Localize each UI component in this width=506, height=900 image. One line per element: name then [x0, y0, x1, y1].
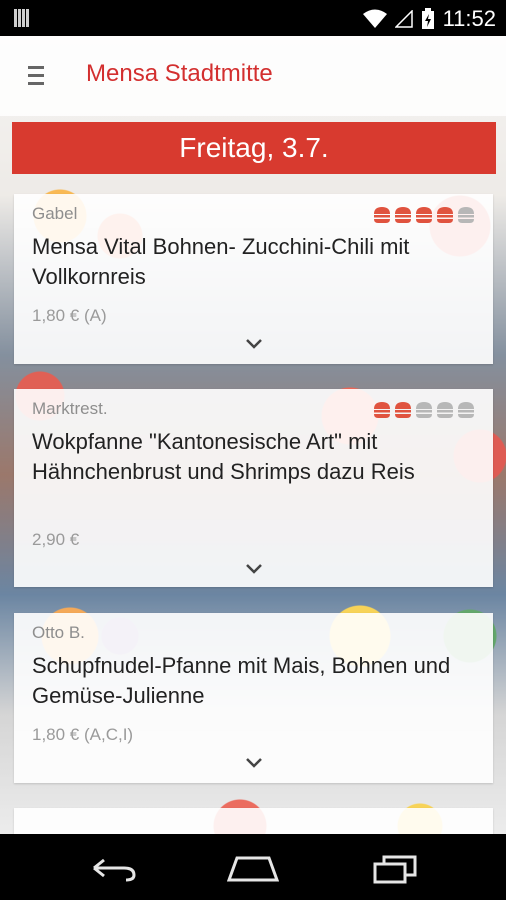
meal-rating — [373, 206, 475, 224]
meal-card[interactable] — [14, 808, 493, 834]
burger-icon — [437, 402, 453, 418]
burger-icon — [374, 402, 390, 418]
meal-price: 2,90 € — [32, 530, 80, 549]
burger-icon — [458, 402, 474, 418]
meal-card[interactable]: Otto B. Schupfnudel-Pfanne mit Mais, Boh… — [14, 613, 493, 783]
chevron-down-icon[interactable] — [245, 757, 263, 769]
meal-card[interactable]: Gabel Mensa Vital Bohnen- Zucchini-Chili… — [14, 194, 493, 364]
wifi-icon — [362, 9, 387, 28]
meal-location: Otto B. — [32, 623, 85, 642]
chevron-down-icon[interactable] — [245, 338, 263, 350]
back-icon[interactable] — [90, 854, 138, 882]
home-icon[interactable] — [227, 854, 279, 882]
meal-title: Wokpfanne "Kantonesische Art" mit Hähnch… — [32, 429, 415, 484]
notification-icon — [14, 9, 34, 27]
date-header: Freitag, 3.7. — [12, 122, 496, 174]
battery-icon — [421, 8, 434, 29]
burger-icon — [416, 402, 432, 418]
burger-icon — [416, 207, 432, 223]
menu-icon[interactable] — [28, 66, 44, 86]
meal-location: Marktrest. — [32, 399, 108, 418]
burger-icon — [395, 402, 411, 418]
meal-location: Gabel — [32, 204, 78, 223]
burger-icon — [395, 207, 411, 223]
meal-card[interactable]: Marktrest. Wokpfanne "Kantonesische Art"… — [14, 389, 493, 587]
meal-price: 1,80 € (A) — [32, 306, 107, 325]
meal-price: 1,80 € (A,C,I) — [32, 725, 134, 744]
recents-icon[interactable] — [372, 854, 418, 884]
app-title: Mensa Stadtmitte — [86, 60, 273, 87]
meal-rating — [373, 401, 475, 419]
status-bar: 11:52 — [0, 0, 506, 36]
status-time: 11:52 — [442, 6, 496, 31]
meal-title: Mensa Vital Bohnen- Zucchini-Chili mit V… — [32, 234, 410, 289]
app-bar: Mensa Stadtmitte — [0, 36, 506, 116]
navigation-bar — [0, 834, 506, 900]
signal-icon — [394, 10, 413, 28]
chevron-down-icon[interactable] — [245, 563, 263, 575]
burger-icon — [437, 207, 453, 223]
burger-icon — [374, 207, 390, 223]
burger-icon — [458, 207, 474, 223]
meal-title: Schupfnudel-Pfanne mit Mais, Bohnen und … — [32, 653, 451, 708]
